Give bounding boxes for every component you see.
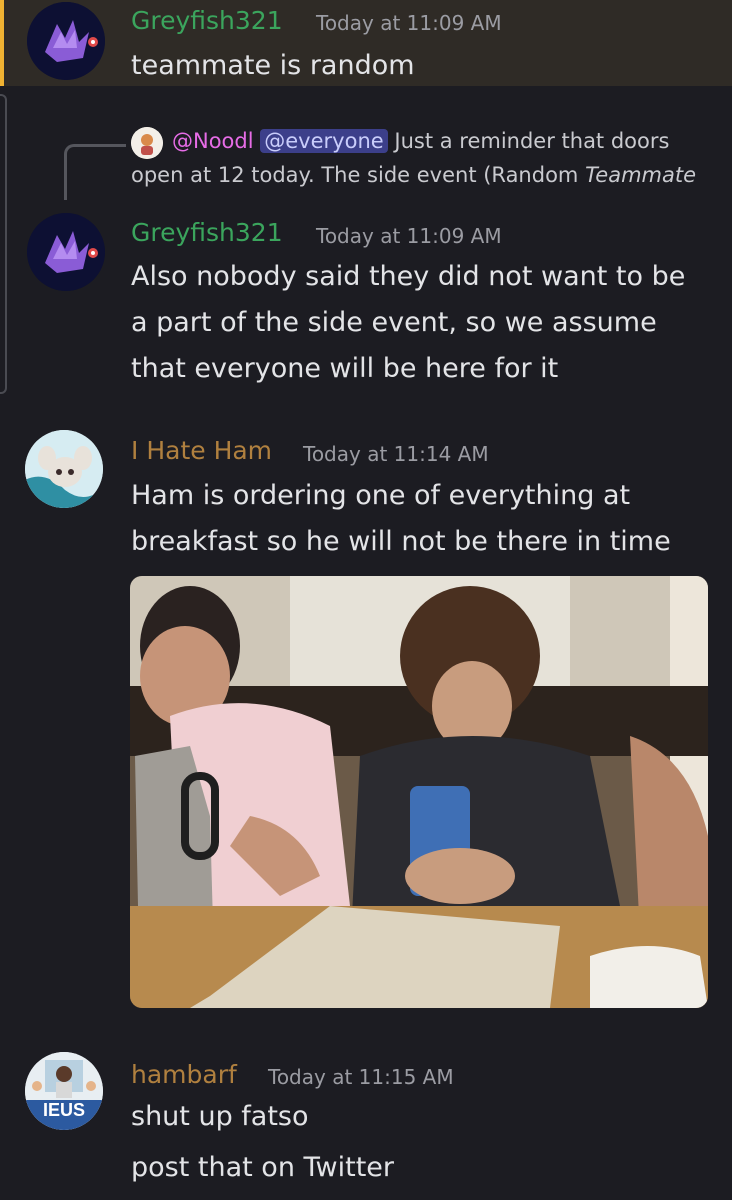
message-text: Also nobody said they did not want to be <box>131 261 686 292</box>
message-text: teammate is random <box>131 50 415 81</box>
minccino-avatar-icon <box>25 430 103 508</box>
message-timestamp: Today at 11:14 AM <box>303 442 489 466</box>
message-text: that everyone will be here for it <box>131 353 559 384</box>
user-avatar[interactable] <box>25 430 103 508</box>
user-avatar[interactable] <box>27 213 105 291</box>
message-author[interactable]: Greyfish321 <box>131 218 283 247</box>
message-timestamp: Today at 11:09 AM <box>316 224 502 248</box>
restaurant-photo <box>130 576 708 1008</box>
message-text: a part of the side event, so we assume <box>131 307 657 338</box>
reply-preview-line1[interactable]: @Noodl @everyone Just a reminder that do… <box>172 129 669 153</box>
user-avatar[interactable] <box>27 2 105 80</box>
image-attachment[interactable] <box>130 576 708 1008</box>
message-group-bracket <box>0 94 7 394</box>
message-text: shut up fatso <box>131 1101 309 1132</box>
message-author[interactable]: Greyfish321 <box>131 6 283 35</box>
message-timestamp: Today at 11:15 AM <box>268 1065 454 1089</box>
highlight-indicator <box>0 0 4 86</box>
message-author[interactable]: hambarf <box>131 1060 237 1089</box>
reply-text-italic: Teammate <box>585 163 697 187</box>
purple-dragon-avatar-icon <box>27 2 105 80</box>
noodl-avatar-icon <box>131 127 163 159</box>
everyone-mention[interactable]: @everyone <box>260 129 388 153</box>
reply-spine <box>64 144 126 200</box>
message-author[interactable]: I Hate Ham <box>131 436 272 465</box>
reply-text: open at 12 today. The side event (Random <box>131 163 586 187</box>
message-text: breakfast so he will not be there in tim… <box>131 526 671 557</box>
purple-dragon-avatar-icon <box>27 213 105 291</box>
reply-avatar[interactable] <box>131 127 163 159</box>
message-timestamp: Today at 11:09 AM <box>316 11 502 35</box>
reply-author[interactable]: @Noodl <box>172 129 254 153</box>
reply-text: Just a reminder that doors <box>394 129 670 153</box>
reply-preview-line2[interactable]: open at 12 today. The side event (Random… <box>131 163 696 187</box>
message-text: Ham is ordering one of everything at <box>131 480 631 511</box>
message-text: post that on Twitter <box>131 1152 395 1183</box>
user-avatar[interactable]: IEUS <box>25 1052 103 1130</box>
avatar-caption: IEUS <box>42 1100 85 1120</box>
